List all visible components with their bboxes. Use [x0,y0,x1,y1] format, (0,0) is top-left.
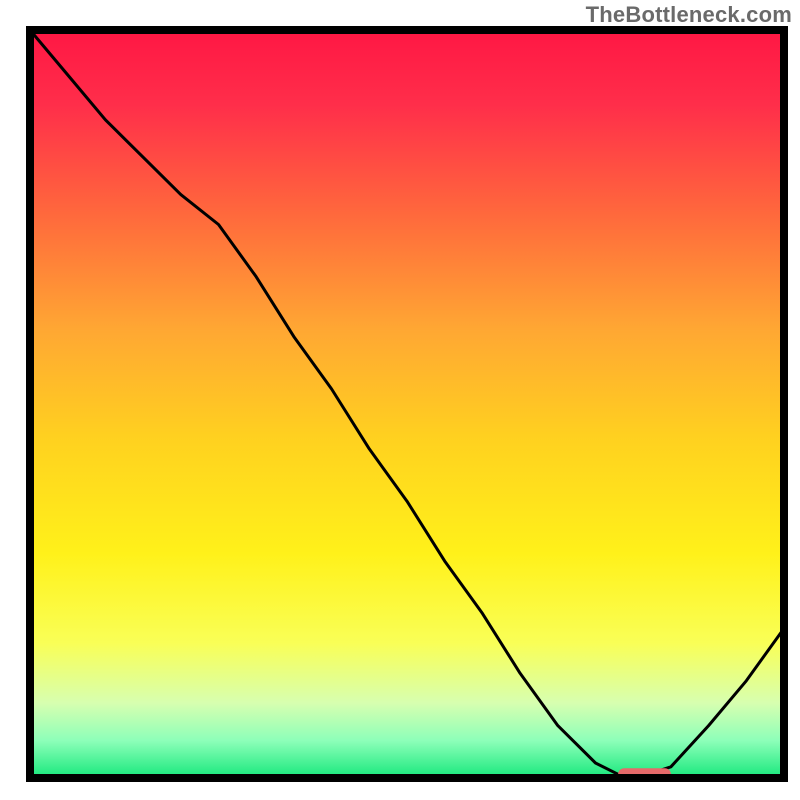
watermark-text: TheBottleneck.com [586,2,792,28]
gradient-background [30,30,784,778]
bottleneck-chart [0,0,800,800]
chart-container: TheBottleneck.com [0,0,800,800]
